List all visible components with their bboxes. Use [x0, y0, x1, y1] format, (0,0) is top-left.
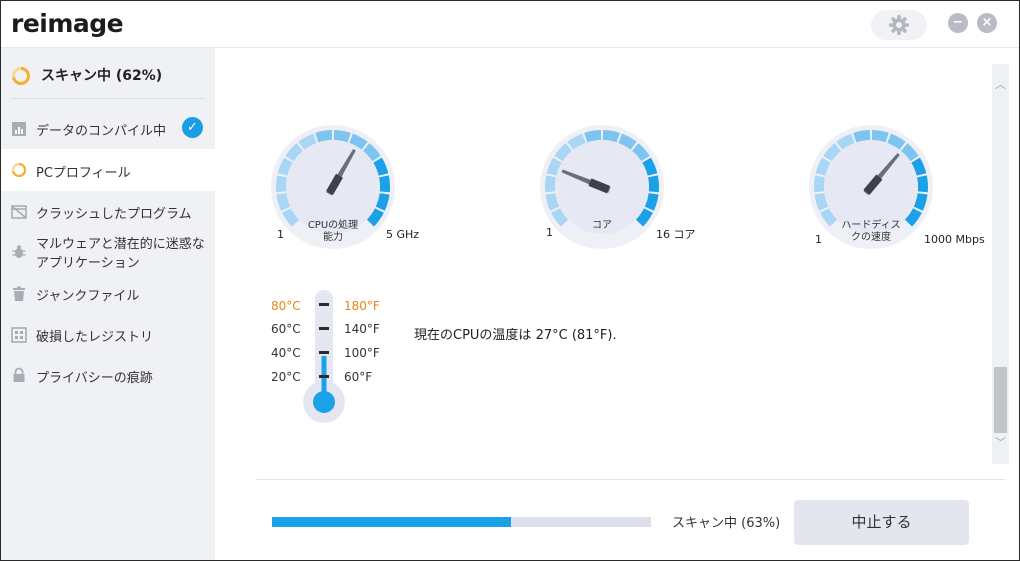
gear-icon [889, 15, 909, 35]
crashed-window-icon [11, 205, 27, 219]
gauge-min-label: 1 [546, 226, 553, 239]
scroll-up-arrow-icon[interactable]: ︿ [992, 76, 1009, 92]
registry-icon [11, 327, 27, 343]
celsius-label: 60°C [271, 322, 301, 336]
gauge-segment [917, 175, 928, 193]
thermometer-icon [303, 290, 345, 423]
app-logo: reimage [11, 9, 124, 38]
scroll-down-arrow-icon[interactable]: ﹀ [992, 434, 1009, 450]
scan-status-header: スキャン中 (62%) [1, 48, 215, 100]
gauge-min-label: 1 [815, 233, 822, 246]
gauge-max-label: 5 GHz [386, 228, 420, 241]
scan-progress-bar [272, 517, 651, 527]
sidebar-item-pc-profile[interactable]: PCプロフィール [1, 149, 215, 191]
fahrenheit-label: 140°F [344, 322, 380, 336]
spinner-icon [12, 67, 30, 85]
minimize-button[interactable]: − [948, 13, 968, 33]
lock-icon [13, 367, 25, 382]
scrollbar-thumb[interactable] [994, 367, 1007, 433]
gauge-title: コア [592, 220, 612, 231]
celsius-label: 40°C [271, 346, 301, 360]
sidebar-item-label: ジャンクファイル [36, 289, 140, 304]
settings-button[interactable] [871, 10, 927, 40]
scrollbar[interactable]: ︿ ﹀ [992, 64, 1009, 464]
minimize-icon: − [952, 15, 964, 30]
bug-icon [12, 245, 26, 258]
gauge-min-label: 1 [277, 228, 284, 241]
fahrenheit-label: 100°F [344, 346, 380, 360]
spinner-icon [11, 162, 27, 178]
scan-progress-fill [272, 517, 511, 527]
trash-icon [13, 286, 25, 301]
fahrenheit-label: 60°F [344, 370, 373, 384]
sidebar-item-label: PCプロフィール [36, 166, 131, 181]
gauge-segment [814, 175, 825, 193]
gauge-max-label: 1000 Mbps [924, 233, 985, 246]
title-bar: reimage − × [1, 1, 1019, 48]
sidebar-item-label: クラッシュしたプログラム [36, 207, 192, 222]
sidebar-item-label: 破損したレジストリ [36, 330, 154, 345]
sidebar-item-registry[interactable]: 破損したレジストリ [1, 315, 215, 355]
cpu-temperature-text: 現在のCPUの温度は 27°C (81°F). [414, 328, 617, 343]
sidebar-item-label: マルウェアと潜在的に迷惑な [36, 237, 205, 252]
main-content: CPUの処理 能力 1 5 GHz コア 1 16 コア ハードディス クの速度… [216, 48, 1019, 560]
sidebar-item-junk-files[interactable]: ジャンクファイル [1, 275, 215, 315]
gauge-title: ハードディス クの速度 [841, 220, 901, 243]
gauge-segment [545, 175, 556, 193]
sidebar: スキャン中 (62%) データのコンパイル中 ✓ PCプロフィール クラッシュし… [1, 48, 215, 560]
sidebar-item-label: データのコンパイル中 [36, 124, 167, 139]
sidebar-item-data-compile[interactable]: データのコンパイル中 ✓ [1, 108, 215, 148]
app-window: reimage − × スキャン中 (62%) データのコンパイル中 ✓ PCプ… [0, 0, 1020, 561]
sidebar-item-privacy[interactable]: プライバシーの痕跡 [1, 355, 215, 395]
close-icon: × [981, 15, 993, 30]
fahrenheit-label: 180°F [344, 299, 380, 313]
celsius-label: 20°C [271, 370, 301, 384]
gauge-segment [379, 175, 390, 193]
gauge-max-label: 16 コア [656, 228, 696, 241]
gauge-segment [648, 175, 659, 193]
gauge-title: CPUの処理 能力 [307, 220, 359, 243]
gauge-segment [276, 175, 287, 193]
stop-scan-button[interactable]: 中止する [794, 500, 969, 545]
footer-divider [256, 479, 1005, 480]
chart-icon [12, 122, 26, 136]
celsius-label: 80°C [271, 299, 301, 313]
sidebar-divider [11, 98, 205, 99]
scan-status-text: スキャン中 (62%) [41, 68, 163, 84]
sidebar-item-label-line2: アプリケーション [36, 256, 140, 271]
done-check-icon: ✓ [182, 117, 203, 138]
sidebar-item-crashed-programs[interactable]: クラッシュしたプログラム [1, 191, 215, 231]
close-button[interactable]: × [977, 13, 997, 33]
scan-progress-text: スキャン中 (63%) [672, 516, 781, 531]
sidebar-item-label: プライバシーの痕跡 [36, 371, 153, 386]
sidebar-item-malware[interactable]: マルウェアと潜在的に迷惑な アプリケーション [1, 231, 215, 275]
